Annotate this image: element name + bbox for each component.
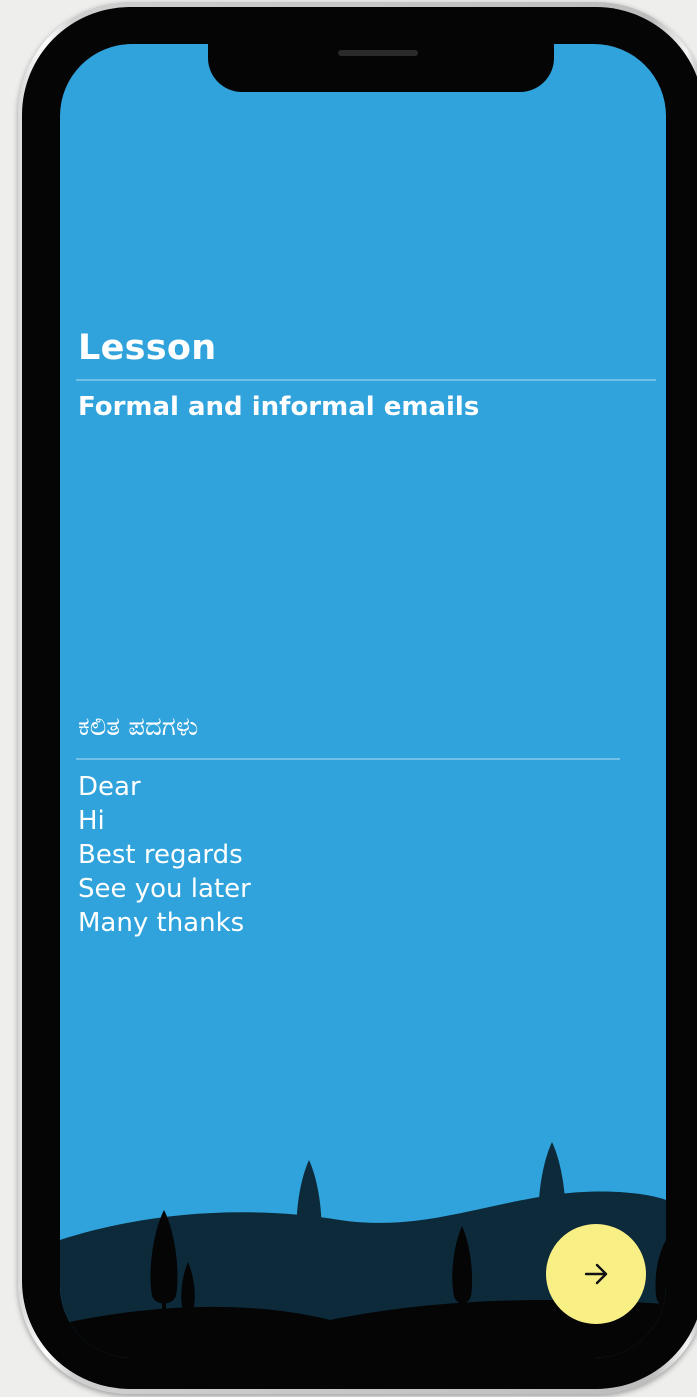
next-button[interactable] <box>546 1224 646 1324</box>
arrow-right-icon <box>584 1263 608 1285</box>
vocabulary-heading: ಕಲಿತ ಪದಗಳು <box>78 712 199 742</box>
camera-notch <box>208 44 554 92</box>
vocabulary-divider <box>76 758 620 760</box>
speaker-grille <box>338 50 418 56</box>
app-screen: Lesson Formal and informal emails ಕಲಿತ ಪ… <box>60 44 666 1358</box>
lesson-heading: Lesson <box>78 328 217 368</box>
lesson-title: Formal and informal emails <box>78 392 480 422</box>
lesson-divider <box>76 379 656 381</box>
